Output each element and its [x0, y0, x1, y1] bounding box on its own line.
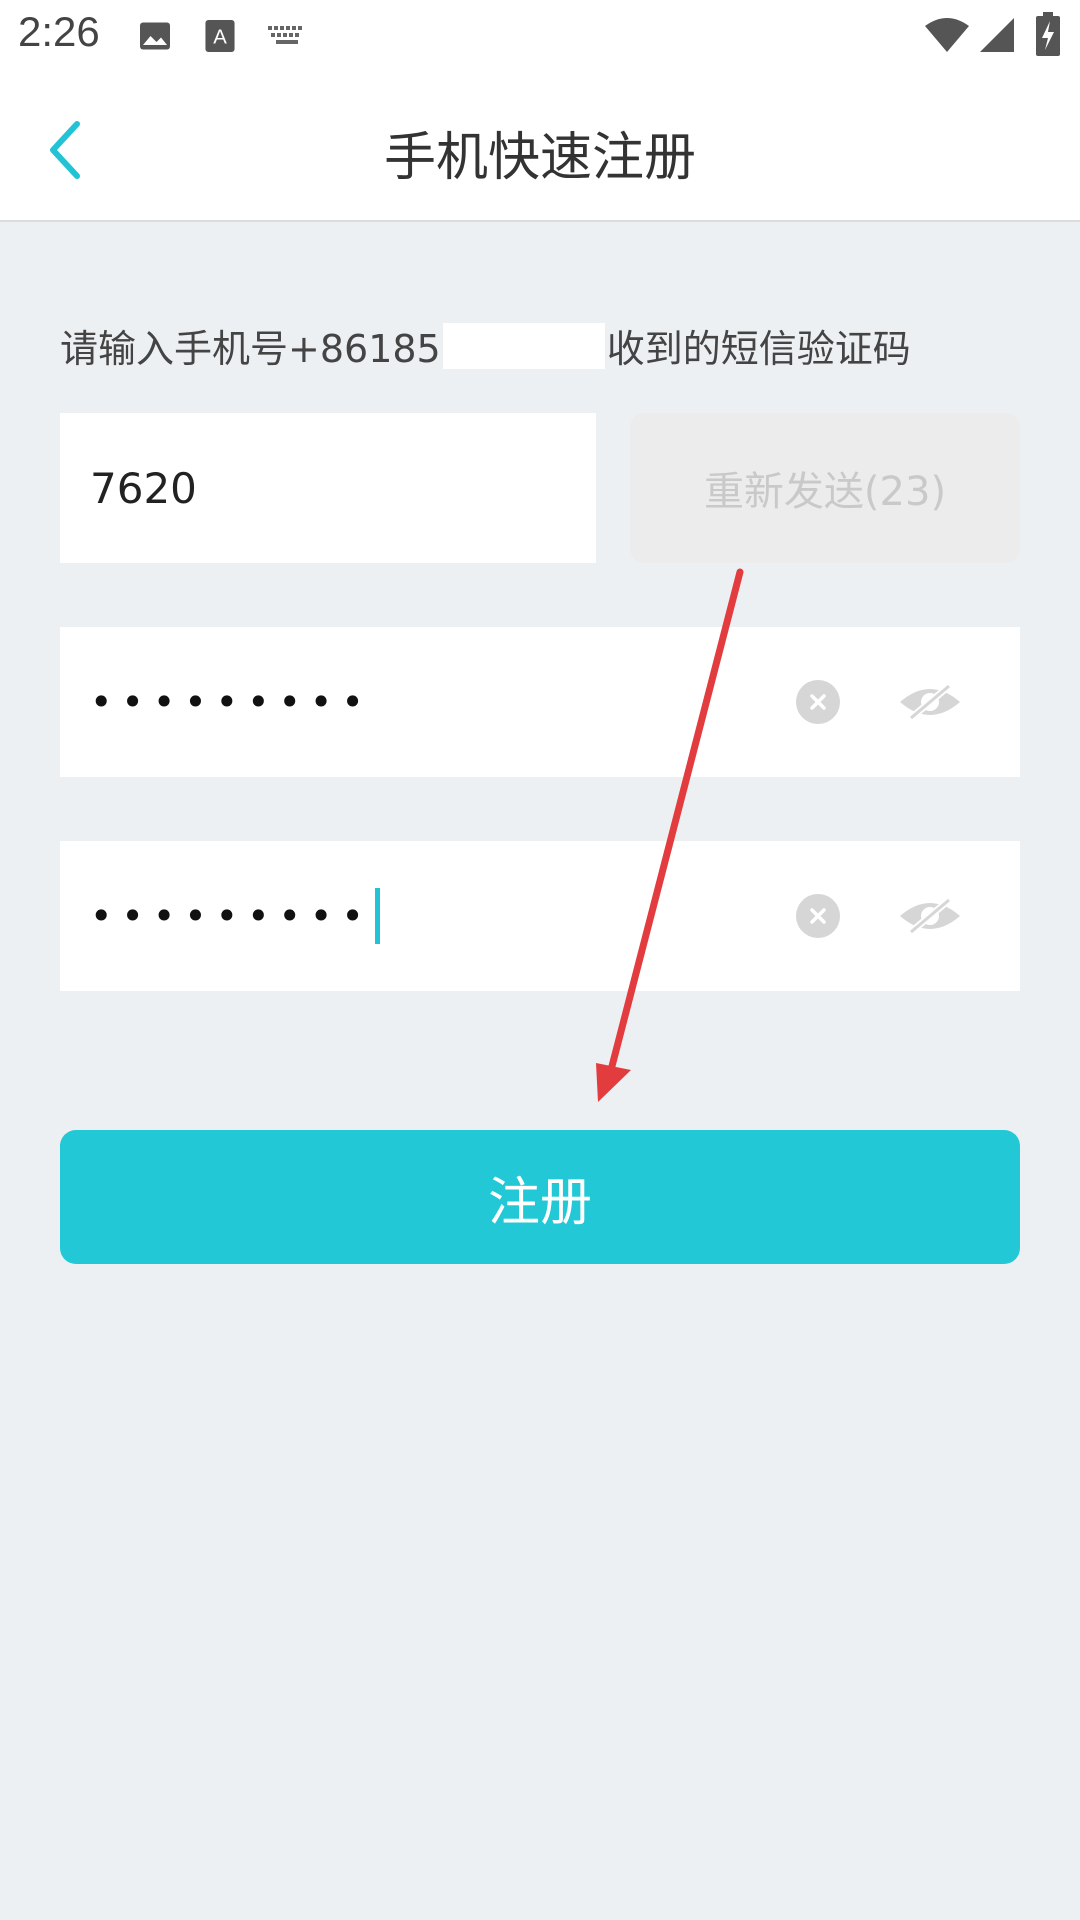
page-title: 手机快速注册: [383, 128, 696, 188]
wifi-icon: [924, 16, 970, 58]
eye-off-icon: [900, 683, 960, 721]
sms-prompt-suffix: 收到的短信验证码: [606, 327, 911, 371]
register-button-label: 注册: [487, 1172, 592, 1233]
eye-off-icon: [900, 897, 960, 935]
keyboard-icon: [268, 24, 306, 52]
phone-mask: [442, 322, 605, 369]
toggle-confirm-password-visibility-button[interactable]: [895, 886, 965, 946]
status-bar: 2:26 A: [0, 0, 1080, 75]
screen: 2:26 A 手机快速注册 请输入手机号+86185 收到的短信验证码 7620…: [0, 0, 1080, 1920]
svg-text:A: A: [213, 26, 227, 48]
close-icon: [810, 908, 826, 924]
resend-code-label: 重新发送(23): [703, 469, 947, 515]
toggle-password-visibility-button[interactable]: [895, 672, 965, 732]
password-input[interactable]: •••••••••: [60, 627, 1020, 777]
clear-password-button[interactable]: [796, 680, 840, 724]
confirm-password-input[interactable]: •••••••••: [60, 841, 1020, 991]
verification-code-value: 7620: [90, 463, 197, 513]
register-button[interactable]: 注册: [60, 1130, 1020, 1264]
header-bar: 手机快速注册: [0, 75, 1080, 222]
password-value: •••••••••: [90, 680, 373, 724]
verification-code-input[interactable]: 7620: [60, 413, 596, 563]
close-icon: [810, 694, 826, 710]
confirm-password-value-wrap: •••••••••: [90, 841, 380, 991]
battery-charging-icon: [1036, 12, 1060, 60]
sms-prompt-prefix: 请输入手机号+86185: [60, 327, 441, 371]
text-a-icon: A: [204, 18, 236, 58]
confirm-password-value: •••••••••: [90, 894, 373, 938]
clear-confirm-password-button[interactable]: [796, 894, 840, 938]
text-caret: [374, 888, 380, 944]
signal-icon: [978, 16, 1016, 58]
sms-prompt: 请输入手机号+86185 收到的短信验证码: [60, 318, 911, 373]
status-time: 2:26: [18, 8, 100, 55]
resend-code-button[interactable]: 重新发送(23): [630, 413, 1020, 563]
image-icon: [137, 18, 173, 58]
